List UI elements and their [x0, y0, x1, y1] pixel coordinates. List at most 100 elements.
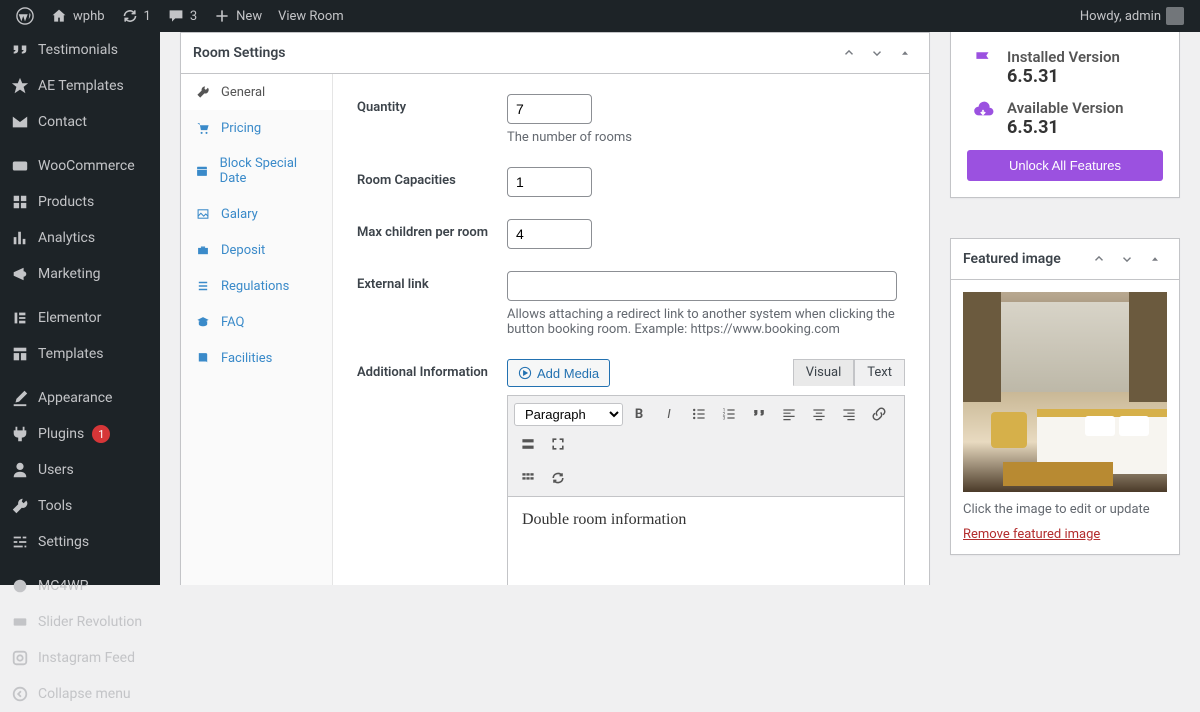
- mailchimp-icon: [10, 576, 30, 596]
- version-postbox: Installed Version 6.5.31 Available Versi…: [950, 32, 1180, 198]
- bold-button[interactable]: B: [625, 400, 653, 428]
- tab-label: General: [221, 85, 265, 100]
- sidebar-item-label: Instagram Feed: [38, 650, 135, 666]
- sidebar-item-label: AE Templates: [38, 78, 124, 94]
- capacities-input[interactable]: [507, 167, 592, 197]
- sidebar-item-woocommerce[interactable]: WooCommerce: [0, 148, 160, 184]
- installed-version-value: 6.5.31: [1007, 66, 1120, 87]
- sidebar-item-label: Slider Revolution: [38, 614, 142, 630]
- sidebar-item-tools[interactable]: Tools: [0, 488, 160, 524]
- bullet-list-button[interactable]: [685, 400, 713, 428]
- available-version-value: 6.5.31: [1007, 117, 1123, 138]
- featured-image-thumbnail[interactable]: [963, 292, 1167, 492]
- my-account[interactable]: Howdy, admin: [1072, 0, 1192, 32]
- kitchen-sink-button[interactable]: [514, 464, 542, 492]
- sidebar-item-collapse[interactable]: Collapse menu: [0, 676, 160, 712]
- align-left-button[interactable]: [775, 400, 803, 428]
- sidebar-item-appearance[interactable]: Appearance: [0, 380, 160, 416]
- sliders-icon: [10, 532, 30, 552]
- italic-button[interactable]: I: [655, 400, 683, 428]
- move-down-button[interactable]: [1115, 247, 1139, 271]
- editor-toolbar: Paragraph B I 123: [507, 395, 905, 497]
- quantity-input[interactable]: [507, 94, 592, 124]
- sidebar-item-instagram-feed[interactable]: Instagram Feed: [0, 640, 160, 676]
- sidebar-item-testimonials[interactable]: Testimonials: [0, 32, 160, 68]
- sidebar-item-ae-templates[interactable]: AE Templates: [0, 68, 160, 104]
- max-children-input[interactable]: [507, 219, 592, 249]
- sidebar-item-products[interactable]: Products: [0, 184, 160, 220]
- text-tab[interactable]: Text: [854, 359, 905, 386]
- tab-deposit[interactable]: Deposit: [181, 232, 332, 268]
- tab-general[interactable]: General: [181, 74, 332, 110]
- quantity-label: Quantity: [357, 94, 507, 115]
- link-button[interactable]: [865, 400, 893, 428]
- sidebar-item-settings[interactable]: Settings: [0, 524, 160, 560]
- tab-label: FAQ: [221, 315, 244, 330]
- sidebar-item-contact[interactable]: Contact: [0, 104, 160, 140]
- sidebar-item-elementor[interactable]: Elementor: [0, 300, 160, 336]
- comment-icon: [167, 7, 185, 25]
- sidebar-item-templates[interactable]: Templates: [0, 336, 160, 372]
- sidebar-item-slider-revolution[interactable]: Slider Revolution: [0, 604, 160, 640]
- move-down-button[interactable]: [865, 41, 889, 65]
- sidebar-item-label: Analytics: [38, 230, 95, 246]
- sidebar-item-label: Plugins: [38, 426, 84, 442]
- tab-faq[interactable]: FAQ: [181, 304, 332, 340]
- sidebar-item-users[interactable]: Users: [0, 452, 160, 488]
- sidebar-item-mc4wp[interactable]: MC4WP: [0, 568, 160, 604]
- format-select[interactable]: Paragraph: [514, 403, 623, 426]
- view-link[interactable]: View Room: [270, 0, 352, 32]
- site-link[interactable]: wphb: [42, 0, 113, 32]
- visual-tab[interactable]: Visual: [793, 359, 855, 386]
- readmore-button[interactable]: [514, 430, 542, 458]
- howdy-text: Howdy, admin: [1080, 9, 1161, 24]
- chart-icon: [10, 228, 30, 248]
- sidebar-item-label: Collapse menu: [38, 686, 131, 702]
- tab-block-date[interactable]: Block Special Date: [181, 146, 332, 196]
- tab-label: Block Special Date: [220, 156, 318, 186]
- move-up-button[interactable]: [837, 41, 861, 65]
- fullscreen-button[interactable]: [544, 430, 572, 458]
- admin-sidebar: Testimonials AE Templates Contact WooCom…: [0, 32, 160, 585]
- wrench-icon: [195, 84, 211, 100]
- toggle-button[interactable]: [1143, 247, 1167, 271]
- home-icon: [50, 7, 68, 25]
- additional-info-label: Additional Information: [357, 359, 507, 380]
- unlock-features-button[interactable]: Unlock All Features: [967, 150, 1163, 181]
- wp-logo[interactable]: [8, 0, 42, 32]
- refresh-button[interactable]: [544, 464, 572, 492]
- add-media-button[interactable]: Add Media: [507, 359, 610, 387]
- sidebar-item-marketing[interactable]: Marketing: [0, 256, 160, 292]
- new-link[interactable]: New: [205, 0, 270, 32]
- brush-icon: [10, 388, 30, 408]
- cloud-download-icon: [971, 99, 995, 123]
- featured-image-postbox: Featured image: [950, 238, 1180, 555]
- cart-icon: [195, 120, 211, 136]
- tab-gallery[interactable]: Galary: [181, 196, 332, 232]
- templates-icon: [10, 344, 30, 364]
- avatar: [1166, 7, 1184, 25]
- sidebar-item-label: Marketing: [38, 266, 101, 282]
- calendar-icon: [195, 163, 210, 179]
- remove-featured-image-link[interactable]: Remove featured image: [963, 527, 1100, 542]
- tab-pricing[interactable]: Pricing: [181, 110, 332, 146]
- sidebar-item-plugins[interactable]: Plugins1: [0, 416, 160, 452]
- editor-body[interactable]: Double room information: [507, 497, 905, 585]
- number-list-button[interactable]: 123: [715, 400, 743, 428]
- toggle-button[interactable]: [893, 41, 917, 65]
- instagram-icon: [10, 648, 30, 668]
- updates-link[interactable]: 1: [113, 0, 159, 32]
- wrench-icon: [10, 496, 30, 516]
- align-right-button[interactable]: [835, 400, 863, 428]
- max-children-label: Max children per room: [357, 219, 507, 240]
- move-up-button[interactable]: [1087, 247, 1111, 271]
- quote-button[interactable]: [745, 400, 773, 428]
- align-center-button[interactable]: [805, 400, 833, 428]
- adminbar: wphb 1 3 New View Room Howdy, admin: [0, 0, 1200, 32]
- sidebar-item-analytics[interactable]: Analytics: [0, 220, 160, 256]
- tab-facilities[interactable]: Facilities: [181, 340, 332, 376]
- tab-regulations[interactable]: Regulations: [181, 268, 332, 304]
- external-link-input[interactable]: [507, 271, 897, 301]
- sidebar-item-label: Tools: [38, 498, 72, 514]
- comments-link[interactable]: 3: [159, 0, 205, 32]
